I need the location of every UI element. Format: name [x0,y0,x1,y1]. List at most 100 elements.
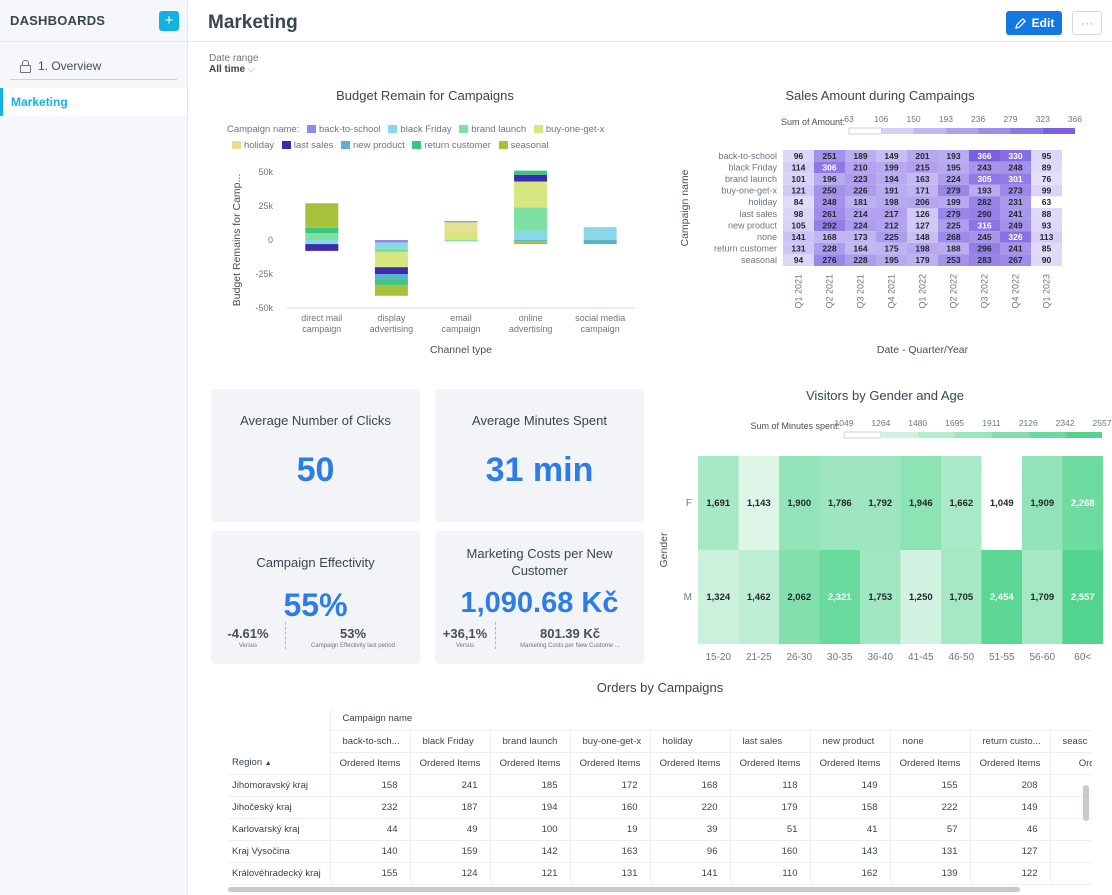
cell-value: 1,250 [909,592,933,603]
campaign-column-header[interactable]: last sales [729,730,810,753]
metric-column-header[interactable]: Ordered Items [329,752,410,775]
cell-value: 1,909 [1030,498,1054,509]
orders-table: Campaign name back-to-sch... black Friday… [228,708,1092,885]
table-row[interactable]: Kraj Vysočina 140 159 142 163 96 160 143 131 127 [228,840,1092,863]
metric-column-header[interactable]: Ordered Items [569,752,650,775]
pencil-icon [1014,17,1026,29]
kpi-campaign-effectivity[interactable]: Campaign Effectivity 55% -4.61% Versus 5… [211,531,420,664]
sidebar-item-label: 1. Overview [38,58,102,73]
campaign-column-header[interactable]: black Friday [409,730,490,753]
campaign-column-header[interactable]: brand launch [489,730,570,753]
row-label: none [757,232,777,242]
bar-segment [374,274,408,280]
date-range-filter[interactable]: Date range All time ⌵ [209,53,258,75]
cell-value: 224 [946,174,960,184]
scale-tick-label: 236 [971,114,985,124]
legend-swatch [412,140,422,149]
scale-tick-label: 1480 [908,418,927,428]
x-tick-label: 26-30 [786,652,812,663]
cell-value: 305 [977,174,991,184]
table-row[interactable]: Královéhradecký kraj 155 124 121 131 141 110 16… [228,862,1092,885]
bar-segment [374,279,408,285]
cell-value: 248 [1008,162,1022,172]
legend-label: buy-one-get-x [545,124,605,135]
kpi-average-clicks[interactable]: Average Number of Clicks 50 [211,389,420,522]
x-tick-label: display [377,313,406,323]
metric-column-header[interactable]: Ordered Items [409,752,490,775]
metric-column-header[interactable]: Ordered Items [489,752,570,775]
legend-item[interactable]: last sales [277,140,333,151]
table-row[interactable]: Karlovarský kraj 44 49 100 19 39 51 41 57 46 [228,818,1092,841]
campaign-column-header[interactable]: buy-one-get-x [569,730,650,753]
x-tick-label: Q1 2021 [794,274,804,309]
metric-column-header[interactable]: Ordered Items [889,752,970,775]
row-label: seasonal [741,255,777,265]
campaign-column-header[interactable]: seasc [1049,730,1092,753]
legend-item[interactable]: black Friday [383,124,452,135]
legend-item[interactable]: buy-one-get-x [529,124,605,135]
table-horizontal-scrollbar[interactable] [228,887,1020,892]
budget-chart-legend: Campaign name: back-to-school black Frid… [227,122,617,154]
metric-column-header[interactable]: Ordered Items [729,752,810,775]
table-row[interactable]: Jihočeský kraj 232 187 194 160 220 179 158 222 14… [228,796,1092,819]
value-cell: 149 [809,774,890,797]
cell-value: 1,709 [1030,592,1054,603]
value-cell: 185 [489,774,570,797]
kpi-title: Average Number of Clicks [240,413,391,428]
bar-segment [514,174,548,182]
campaign-column-header[interactable]: holiday [649,730,730,753]
value-cell: 162 [809,862,890,885]
campaign-column-header[interactable]: none [889,730,970,753]
metric-column-header[interactable]: Ordered Items [649,752,730,775]
scale-tick-label: 1049 [835,418,854,428]
bar-segment [514,230,548,240]
sidebar-item-marketing[interactable]: Marketing [0,88,187,116]
table-row[interactable]: Jihomoravský kraj 158 241 185 172 168 118 149 15… [228,774,1092,797]
cell-value: 90 [1042,255,1052,265]
legend-item[interactable]: new product [336,140,405,151]
kpi-average-minutes[interactable]: Average Minutes Spent 31 min [435,389,644,522]
sidebar-item-overview[interactable]: 1. Overview [10,52,177,80]
campaign-column-header[interactable]: new product [809,730,890,753]
campaign-column-header[interactable]: return custo... [969,730,1050,753]
cell-value: 250 [822,186,836,196]
cell-value: 101 [791,174,805,184]
table-vertical-scrollbar[interactable] [1083,785,1089,821]
legend-item[interactable]: back-to-school [302,124,381,135]
region-cell: Karlovarský kraj [228,818,330,841]
value-cell: 160 [569,796,650,819]
cell-value: 198 [884,197,898,207]
kpi-marketing-costs[interactable]: Marketing Costs per New Customer 1,090.6… [435,531,644,664]
cell-value: 114 [792,162,806,172]
scale-bin [880,432,918,438]
cell-value: 1,753 [868,592,892,603]
value-cell: 163 [569,840,650,863]
x-tick-label: 41-45 [908,652,934,663]
x-tick-label: campaign [302,324,341,334]
legend-item[interactable]: holiday [227,140,274,151]
cell-value: 191 [884,186,898,196]
legend-item[interactable]: brand launch [454,124,526,135]
kpi-delta-value: +36,1% [442,626,488,641]
x-tick-label: 15-20 [705,652,731,663]
edit-button[interactable]: Edit [1006,11,1062,35]
cell-value: 279 [946,209,960,219]
more-options-button[interactable]: ··· [1072,11,1102,35]
bar-segment [374,284,408,296]
legend-label: holiday [244,140,275,151]
region-column-header[interactable]: Region ▲ [228,752,330,775]
campaign-column-header[interactable]: back-to-sch... [329,730,410,753]
metric-column-header[interactable]: Orde [1049,752,1092,775]
bar-segment [444,240,478,242]
bar-segment [514,240,548,242]
metric-column-header[interactable]: Ordered Items [969,752,1050,775]
legend-item[interactable]: seasonal [494,140,549,151]
bar-segment [583,227,617,240]
bar-segment [374,240,408,243]
add-dashboard-button[interactable]: + [159,10,179,31]
sidebar-item-label: Marketing [11,95,68,109]
legend-item[interactable]: return customer [407,140,491,151]
cell-value: 2,557 [1071,592,1095,603]
metric-column-header[interactable]: Ordered Items [809,752,890,775]
orders-table-container[interactable]: Campaign name back-to-sch... black Friday… [228,708,1092,888]
